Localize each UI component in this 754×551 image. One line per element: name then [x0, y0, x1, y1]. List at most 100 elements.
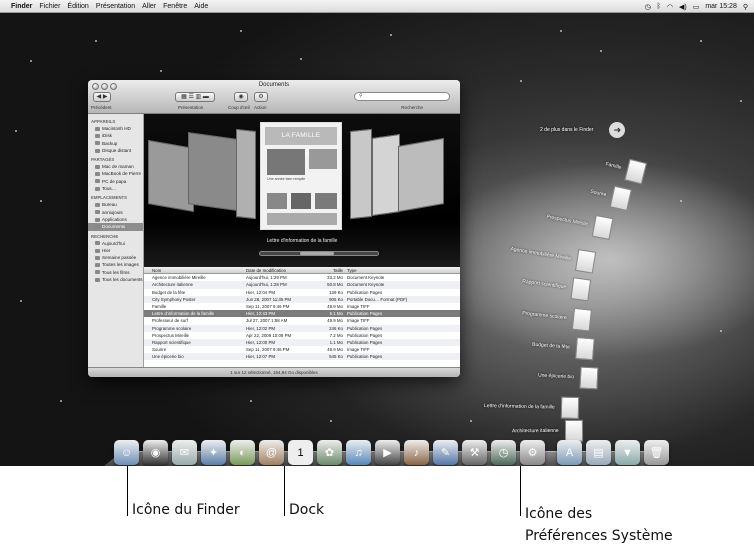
sidebar-item[interactable]: Aujourd'hui — [88, 240, 143, 247]
stack-item[interactable]: Famille — [603, 153, 648, 185]
applications-folder-icon[interactable]: A — [557, 440, 582, 465]
sidebar-item[interactable]: Semaine passée — [88, 254, 143, 261]
stack-item[interactable]: Programme scolaire — [521, 302, 592, 332]
garageband-icon[interactable]: ♪ — [404, 440, 429, 465]
stack-item-label: Architecture italienne — [511, 427, 559, 435]
documents-stack-fan: 2 de plus dans le Finder ➜ Famille Sourir… — [470, 0, 754, 466]
documents-stack-icon[interactable]: ▤ — [586, 440, 611, 465]
sidebar-item[interactable]: Tous les documents — [88, 276, 143, 283]
menu-presentation[interactable]: Présentation — [96, 3, 135, 10]
menu-edition[interactable]: Édition — [67, 3, 88, 10]
coverflow-card[interactable] — [398, 137, 444, 213]
ichat-icon[interactable]: ◐ — [230, 440, 255, 465]
menu-fichier[interactable]: Fichier — [39, 3, 60, 10]
quicklook-label: Coup d'œil — [228, 105, 250, 110]
stack-item[interactable]: Rapport scientifique — [521, 271, 592, 302]
finder-icon[interactable]: ☺ — [114, 440, 139, 465]
sidebar-item-label: Tous les documents — [102, 277, 143, 283]
sidebar-section-0: APPAREILS — [91, 119, 116, 124]
coverflow-card[interactable] — [350, 128, 372, 220]
menu-aide[interactable]: Aide — [194, 3, 208, 10]
sidebar-item[interactable]: anniujouis — [88, 209, 143, 216]
view-buttons[interactable]: ▦ ☰ ▥ ▬ — [175, 92, 215, 102]
file-list: Nom Date de modification Taille Type Age… — [144, 267, 460, 367]
menu-fenetre[interactable]: Fenêtre — [163, 3, 187, 10]
cover-flow[interactable]: LA FAMILLE FOURNIER Une année bien rempl… — [144, 114, 460, 267]
sidebar-item[interactable]: Disque distant — [88, 147, 143, 154]
document-icon — [574, 337, 595, 361]
table-cell: Publication Pages — [347, 354, 383, 360]
coverflow-photo — [267, 193, 287, 209]
action-button[interactable]: ⚙ — [254, 92, 268, 102]
table-row[interactable]: Prospectus Mireille Apr 22, 2009 10:09 PM… — [144, 332, 460, 339]
trash-icon[interactable]: 🗑 — [644, 440, 669, 465]
back-forward-button[interactable]: ◀ ▶ — [93, 92, 111, 102]
sidebar-item[interactable]: Mac de maman — [88, 163, 143, 170]
stack-item[interactable]: Sourire — [588, 181, 633, 212]
safari-icon[interactable]: ✦ — [201, 440, 226, 465]
sidebar-item[interactable]: Bureau — [88, 201, 143, 208]
time-machine-icon[interactable]: ◷ — [491, 440, 516, 465]
table-cell: 246 Ko — [329, 325, 343, 331]
table-row[interactable]: City Symphony Poster Jun 28, 2007 11:35 P… — [144, 295, 460, 303]
table-cell: Hier, 12:00 PM — [246, 339, 276, 345]
quicklook-button[interactable]: ◉ — [234, 92, 248, 102]
table-row[interactable]: Rapport scientifique Hier, 12:00 PM 1.1 Mo… — [144, 338, 460, 347]
itunes-icon[interactable]: ♫ — [346, 440, 371, 465]
stack-more-in-finder[interactable]: 2 de plus dans le Finder ➜ — [540, 122, 626, 138]
mail-icon[interactable]: ✉ — [172, 440, 197, 465]
sidebar-item[interactable]: Tous… — [88, 185, 143, 192]
column-size[interactable]: Taille — [314, 267, 347, 273]
iphoto-icon[interactable]: ✿ — [317, 440, 342, 465]
sidebar-item-icon — [95, 248, 100, 253]
table-row[interactable]: Une épicerie bio Hier, 12:07 PM 545 Ko Publ… — [144, 353, 460, 361]
table-row[interactable]: Lettre d'information de la famille Hier, … — [144, 310, 460, 318]
sidebar-item[interactable]: Applications — [88, 216, 143, 223]
stack-item[interactable]: Prospectus Mireille — [545, 206, 614, 241]
menu-finder[interactable]: Finder — [11, 3, 32, 10]
table-row[interactable]: Agence immobilière Mireille Aujourd'hui, … — [144, 274, 460, 281]
coverflow-selected-document[interactable]: LA FAMILLE FOURNIER Une année bien rempl… — [260, 122, 342, 230]
sidebar-item-icon — [95, 255, 100, 260]
iweb-icon[interactable]: ✎ — [433, 440, 458, 465]
dashboard-icon[interactable]: ◉ — [143, 440, 168, 465]
column-date[interactable]: Date de modification — [246, 267, 314, 273]
sidebar-item[interactable]: MacBook de Pierre — [88, 170, 143, 177]
table-row[interactable]: Programme scolaire Hier, 12:02 PM 246 Ko Pu… — [144, 324, 460, 332]
coverflow-card[interactable] — [372, 134, 400, 216]
ical-icon[interactable]: 1 — [288, 440, 313, 465]
search-input[interactable]: ⚲ — [354, 92, 450, 101]
menu-aller[interactable]: Aller — [142, 3, 156, 10]
sidebar-item[interactable]: Tous les films — [88, 269, 143, 276]
system-preferences-icon[interactable]: ⚙ — [520, 440, 545, 465]
stack-item[interactable]: Agence immobilière Mireille — [509, 238, 597, 274]
finder-sidebar: APPAREILS Macintosh HD iDisk Backup Disque d… — [88, 114, 144, 367]
coverflow-scroll-thumb[interactable] — [300, 252, 334, 255]
imovie-icon[interactable]: ▶ — [375, 440, 400, 465]
sidebar-item[interactable]: iDisk — [88, 132, 143, 139]
table-row[interactable]: Professeur de surf Jul 27, 2007 1:58 AM 49… — [144, 317, 460, 324]
stack-item[interactable]: Lettre d'information de la famille — [484, 395, 579, 419]
sidebar-item[interactable]: Hier — [88, 247, 143, 254]
address-book-icon[interactable]: @ — [259, 440, 284, 465]
coverflow-photo — [309, 149, 337, 169]
sidebar-item[interactable]: Macintosh HD — [88, 125, 143, 132]
stack-item[interactable]: Budget de la fête — [531, 334, 595, 361]
table-row[interactable]: Famille Sep 11, 2007 9:46 PM 49.9 Mo Image … — [144, 303, 460, 310]
coverflow-scrollbar[interactable] — [259, 251, 379, 256]
sidebar-item[interactable]: PC de papa — [88, 178, 143, 185]
table-row[interactable]: Budget de la fête Hier, 12:04 PM 139 Ko Pub… — [144, 289, 460, 296]
sidebar-item-label: Backup — [102, 140, 118, 146]
downloads-stack-icon[interactable]: ▼ — [615, 440, 640, 465]
stack-item[interactable]: Une épicerie bio — [537, 365, 599, 390]
sidebar-item[interactable]: Documents — [88, 223, 143, 231]
callout-prefs-label-2: Préférences Système — [525, 528, 673, 544]
column-type[interactable]: Type — [347, 267, 460, 273]
sidebar-item[interactable]: Toutes les images — [88, 261, 143, 268]
column-name[interactable]: Nom — [144, 267, 246, 273]
table-row[interactable]: Sourire Sep 11, 2007 9:46 PM 49.9 Mo Image … — [144, 346, 460, 353]
coverflow-card[interactable] — [236, 128, 256, 220]
xcode-icon[interactable]: ⚒ — [462, 440, 487, 465]
sidebar-item[interactable]: Backup — [88, 140, 143, 147]
table-row[interactable]: Architecture italienne Aujourd'hui, 1:28 … — [144, 281, 460, 289]
